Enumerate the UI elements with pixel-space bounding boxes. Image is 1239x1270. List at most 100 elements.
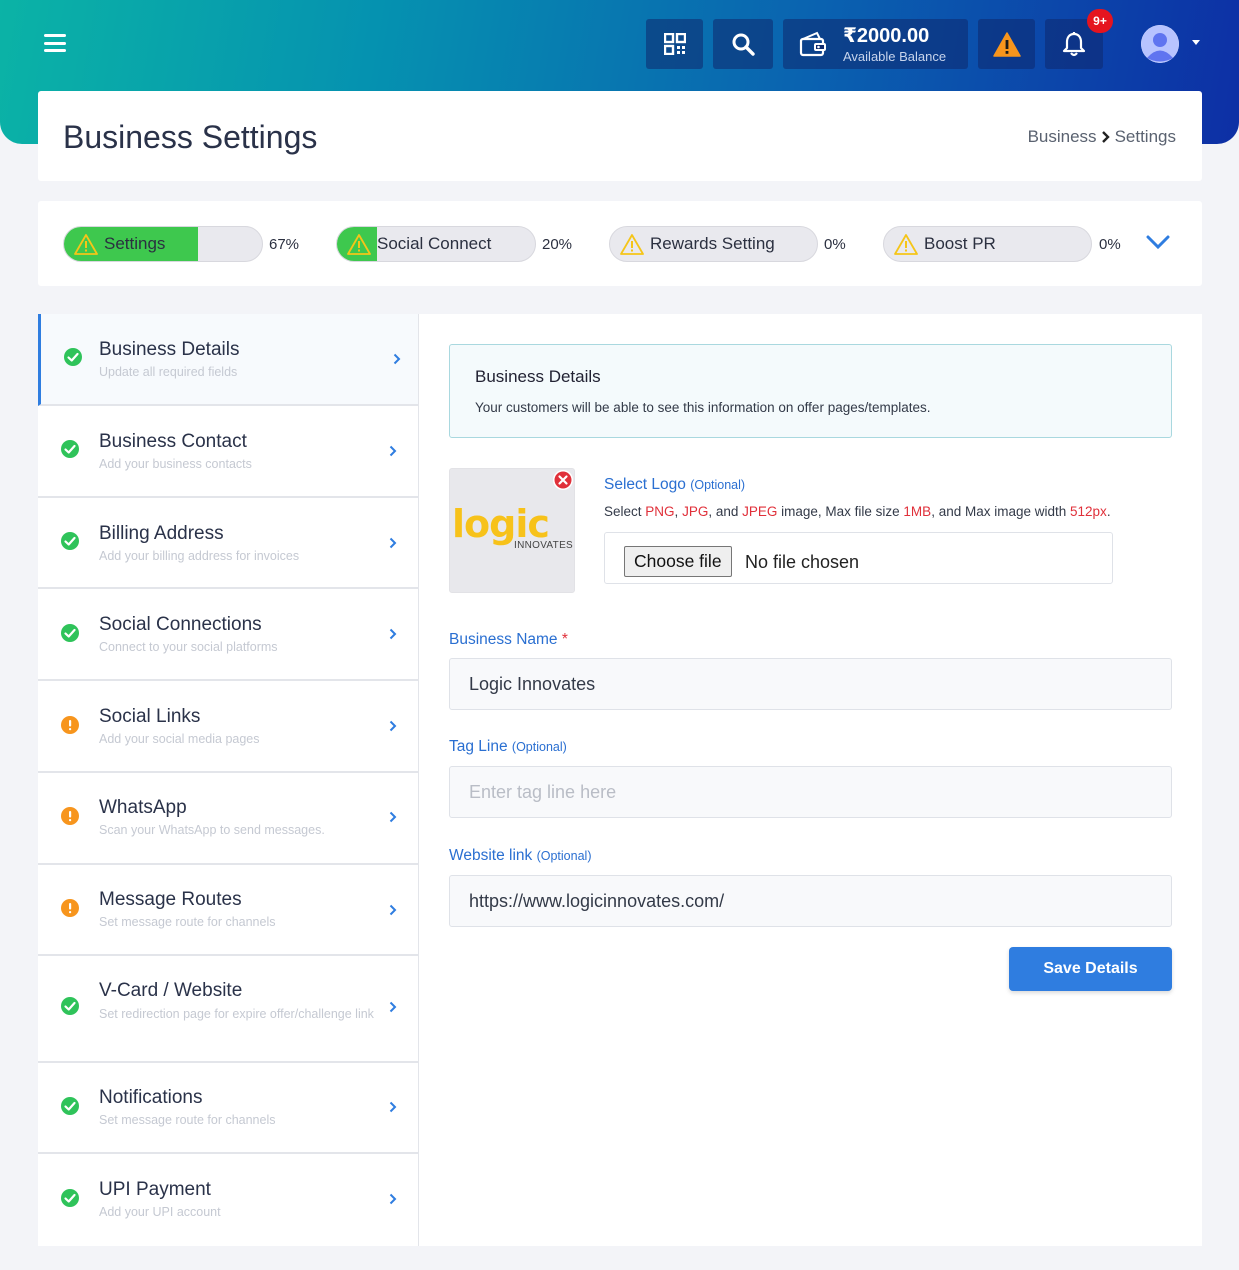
required-mark: * <box>561 631 568 648</box>
exclamation-circle-icon <box>61 899 79 917</box>
sidebar-item-subtitle: Set message route for channels <box>99 915 276 929</box>
sidebar-item-whatsapp[interactable]: WhatsApp Scan your WhatsApp to send mess… <box>38 773 418 865</box>
chevron-right-icon <box>389 811 397 823</box>
progress-pill-social-connect[interactable]: Social Connect <box>336 226 536 262</box>
chevron-right-icon <box>389 1193 397 1205</box>
settings-sidebar: Business Details Update all required fie… <box>38 314 419 1246</box>
info-alert: Business Details Your customers will be … <box>449 344 1172 438</box>
chevron-right-icon <box>389 628 397 640</box>
sidebar-item-subtitle: Set message route for channels <box>99 1113 276 1127</box>
check-circle-icon <box>61 1189 79 1207</box>
page-title: Business Settings <box>63 119 318 155</box>
hint-text: , and <box>708 504 743 519</box>
optional-tag: (Optional) <box>536 849 592 863</box>
progress-percent: 0% <box>1099 236 1121 253</box>
sidebar-item-billing-address[interactable]: Billing Address Add your billing address… <box>38 498 418 589</box>
sidebar-item-business-contact[interactable]: Business Contact Add your business conta… <box>38 406 418 498</box>
sidebar-item-subtitle: Add your business contacts <box>99 457 252 471</box>
chevron-right-icon <box>393 353 401 365</box>
business-name-label: Business Name * <box>449 631 568 649</box>
sidebar-item-title: Notifications <box>99 1087 203 1108</box>
hint-width: 512px <box>1070 504 1107 519</box>
save-details-button[interactable]: Save Details <box>1009 947 1172 991</box>
sidebar-item-subtitle: Add your social media pages <box>99 732 260 746</box>
bell-icon <box>1062 32 1086 57</box>
wallet-amount: ₹2000.00 <box>843 24 930 47</box>
remove-logo-icon[interactable] <box>552 469 574 491</box>
hint-format: JPEG <box>742 504 778 519</box>
hint-text: , <box>674 504 683 519</box>
progress-pill-settings[interactable]: Settings <box>63 226 263 262</box>
sidebar-item-business-details[interactable]: Business Details Update all required fie… <box>38 314 418 406</box>
warning-icon <box>620 234 644 255</box>
check-circle-icon <box>61 997 79 1015</box>
alert-button[interactable] <box>978 19 1035 69</box>
chevron-right-icon <box>389 904 397 916</box>
business-details-form: Business Details Your customers will be … <box>419 314 1202 1246</box>
hint-text: , and Max image width <box>931 504 1071 519</box>
progress-percent: 0% <box>824 236 846 253</box>
warning-icon <box>74 234 98 255</box>
logo-file-hint: Select PNG, JPG, and JPEG image, Max fil… <box>604 504 1111 519</box>
website-link-label: Website link (Optional) <box>449 847 591 865</box>
breadcrumb-business[interactable]: Business <box>1028 127 1097 147</box>
business-name-label-text: Business Name <box>449 631 558 648</box>
chevron-right-icon <box>389 445 397 457</box>
check-circle-icon <box>61 624 79 642</box>
caret-down-icon[interactable] <box>1192 40 1200 45</box>
optional-tag: (Optional) <box>690 478 746 492</box>
info-text: Your customers will be able to see this … <box>475 400 931 415</box>
sidebar-item-title: Business Contact <box>99 431 247 452</box>
progress-label: Rewards Setting <box>650 234 775 253</box>
tag-line-label-text: Tag Line <box>449 738 508 755</box>
tag-line-input[interactable]: Enter tag line here <box>449 766 1172 818</box>
sidebar-item-title: Message Routes <box>99 889 242 910</box>
sidebar-item-title: WhatsApp <box>99 797 187 818</box>
progress-percent: 67% <box>269 236 300 253</box>
progress-label: Social Connect <box>377 234 492 253</box>
sidebar-item-vcard-website[interactable]: V-Card / Website Set redirection page fo… <box>38 956 418 1063</box>
sidebar-item-title: Business Details <box>99 339 240 360</box>
chevron-down-icon[interactable] <box>1146 234 1170 250</box>
check-circle-icon <box>64 348 82 366</box>
progress-overview: Settings 67% Social Connect 20% Rewards … <box>38 201 1202 286</box>
business-name-input[interactable]: Logic Innovates <box>449 658 1172 710</box>
breadcrumb-settings: Settings <box>1114 127 1176 146</box>
menu-icon[interactable] <box>44 34 66 52</box>
chevron-right-icon <box>389 1001 397 1013</box>
wallet-icon <box>799 31 826 57</box>
logo-image-subtext: INNOVATES <box>514 540 574 551</box>
progress-pill-rewards-setting[interactable]: Rewards Setting <box>609 226 818 262</box>
sidebar-item-social-links[interactable]: Social Links Add your social media pages <box>38 681 418 773</box>
info-title: Business Details <box>475 367 601 386</box>
exclamation-circle-icon <box>61 716 79 734</box>
progress-pill-boost-pr[interactable]: Boost PR <box>883 226 1092 262</box>
search-button[interactable] <box>713 19 773 69</box>
user-avatar[interactable] <box>1141 25 1179 63</box>
website-link-label-text: Website link <box>449 847 533 864</box>
wallet-label: Available Balance <box>843 48 947 64</box>
logo-file-input[interactable]: Choose file No file chosen <box>604 532 1113 584</box>
sidebar-item-social-connections[interactable]: Social Connections Connect to your socia… <box>38 589 418 681</box>
hint-format: JPG <box>682 504 709 519</box>
chevron-right-icon <box>389 537 397 549</box>
breadcrumb: Business Settings <box>1028 127 1176 147</box>
sidebar-item-title: Social Links <box>99 706 201 727</box>
sidebar-item-subtitle: Scan your WhatsApp to send messages. <box>99 823 325 837</box>
sidebar-item-message-routes[interactable]: Message Routes Set message route for cha… <box>38 865 418 956</box>
tag-line-label: Tag Line (Optional) <box>449 738 567 756</box>
file-status: No file chosen <box>745 552 860 572</box>
sidebar-item-subtitle: Update all required fields <box>99 365 238 379</box>
warning-icon <box>347 234 371 255</box>
hint-size: 1MB <box>903 504 932 519</box>
choose-file-button[interactable]: Choose file <box>624 546 732 577</box>
progress-label: Boost PR <box>924 234 996 253</box>
wallet-balance-button[interactable]: ₹2000.00 Available Balance <box>783 19 968 69</box>
qr-code-button[interactable] <box>646 19 703 69</box>
check-circle-icon <box>61 440 79 458</box>
hint-text: . <box>1106 504 1111 519</box>
sidebar-item-notifications[interactable]: Notifications Set message route for chan… <box>38 1063 418 1154</box>
website-link-input[interactable]: https://www.logicinnovates.com/ <box>449 875 1172 927</box>
avatar-icon <box>1141 25 1179 63</box>
sidebar-item-upi-payment[interactable]: UPI Payment Add your UPI account <box>38 1154 418 1246</box>
